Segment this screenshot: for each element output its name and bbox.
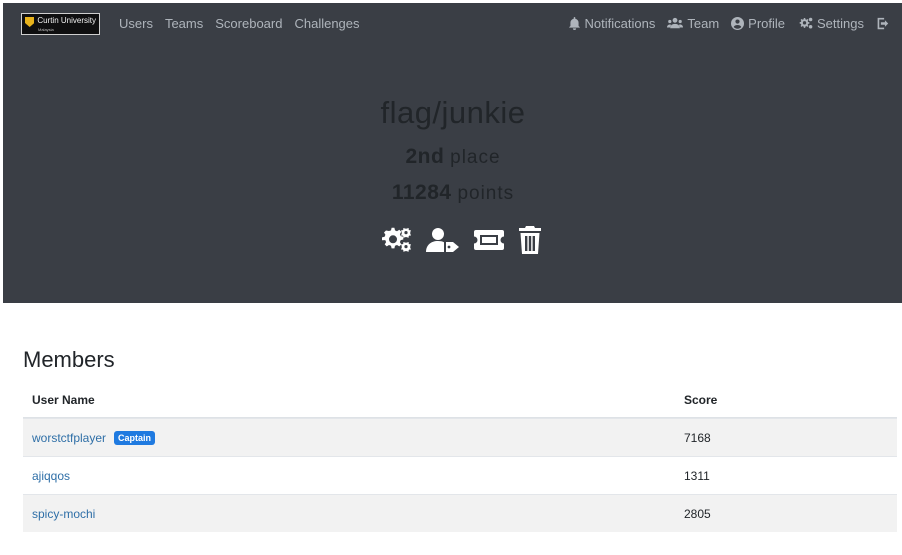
members-table-header: User Name Score — [23, 382, 897, 418]
nav-link-users[interactable]: Users — [119, 16, 153, 31]
trash-icon[interactable] — [518, 226, 542, 254]
sign-out-icon — [877, 17, 889, 30]
member-name-cell: spicy-mochi — [23, 507, 675, 521]
nav-settings-label: Settings — [817, 16, 864, 31]
member-score: 7168 — [684, 430, 711, 445]
top-navbar: Curtin University Malaysia Users Teams S… — [3, 3, 902, 47]
nav-user-menu: Notifications Team Profile Settings — [568, 16, 889, 31]
nav-links: Users Teams Scoreboard Challenges — [119, 16, 360, 31]
nav-notifications[interactable]: Notifications — [568, 16, 656, 31]
table-row: ajiqqos 1311 — [23, 456, 897, 494]
logo-subtext: Malaysia — [38, 27, 54, 32]
points-label: points — [457, 183, 515, 204]
nav-link-teams[interactable]: Teams — [165, 16, 203, 31]
column-header-username: User Name — [32, 392, 95, 407]
nav-profile-label: Profile — [748, 16, 786, 31]
bell-icon — [568, 17, 580, 30]
page: Curtin University Malaysia Users Teams S… — [3, 3, 902, 555]
member-name-link[interactable]: worstctfplayer — [32, 431, 106, 445]
nav-link-challenges[interactable]: Challenges — [294, 16, 359, 31]
members-heading: Members — [23, 347, 115, 372]
nav-logout[interactable] — [876, 17, 889, 30]
invite-ticket-icon[interactable] — [473, 227, 505, 253]
place-value: 2nd — [405, 145, 445, 168]
member-score: 2805 — [684, 506, 711, 521]
column-header-score: Score — [684, 392, 718, 407]
logo-text: Curtin University — [37, 16, 96, 25]
settings-icon[interactable] — [379, 227, 413, 253]
team-place: 2nd place — [3, 145, 902, 169]
member-name-cell: worstctfplayer Captain — [23, 430, 675, 445]
cogs-icon — [799, 17, 813, 29]
table-row: spicy-mochi 2805 — [23, 494, 897, 532]
transfer-ownership-icon[interactable] — [426, 227, 460, 253]
member-name-cell: ajiqqos — [23, 469, 675, 483]
brand-logo[interactable]: Curtin University Malaysia — [21, 13, 100, 35]
table-row: worstctfplayer Captain 7168 — [23, 418, 897, 456]
users-icon — [667, 17, 684, 29]
member-name-link[interactable]: spicy-mochi — [32, 507, 95, 521]
team-header: Curtin University Malaysia Users Teams S… — [3, 3, 902, 303]
nav-notifications-label: Notifications — [584, 16, 656, 31]
team-name: flag/junkie — [380, 95, 526, 130]
nav-settings[interactable]: Settings — [797, 16, 864, 31]
member-name-link[interactable]: ajiqqos — [32, 469, 70, 483]
team-points: 11284 points — [3, 181, 902, 205]
team-actions — [379, 226, 542, 254]
nav-team-label: Team — [687, 16, 720, 31]
nav-link-scoreboard[interactable]: Scoreboard — [215, 16, 282, 31]
nav-team[interactable]: Team — [667, 16, 719, 31]
shield-icon — [25, 17, 35, 27]
user-circle-icon — [731, 17, 745, 30]
nav-profile[interactable]: Profile — [731, 16, 785, 31]
member-score: 1311 — [684, 468, 710, 483]
points-value: 11284 — [391, 181, 452, 204]
captain-badge: Captain — [114, 430, 156, 445]
members-table: User Name Score worstctfplayer Captain 7… — [23, 382, 897, 532]
place-label: place — [450, 147, 501, 168]
